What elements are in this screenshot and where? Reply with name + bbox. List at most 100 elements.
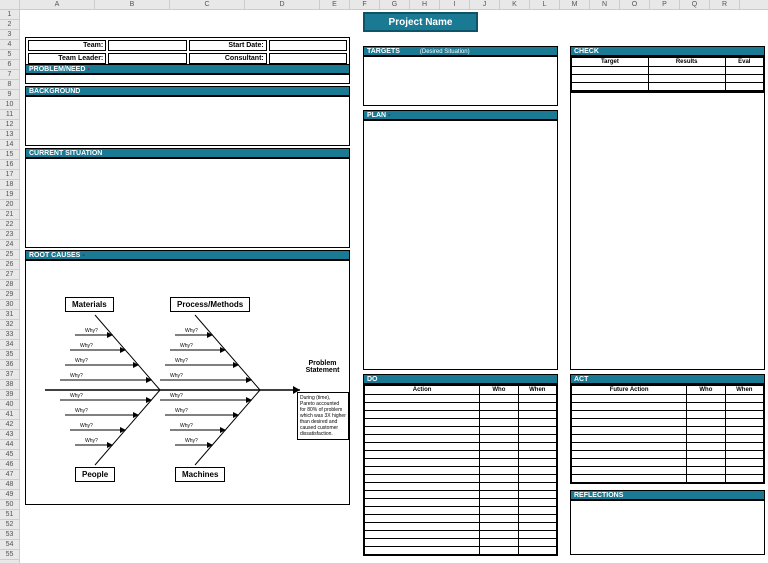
col-header[interactable]: K: [500, 0, 530, 9]
check-table[interactable]: Target Results Eval: [571, 57, 764, 91]
row-header[interactable]: 2: [0, 20, 19, 30]
do-table[interactable]: Action Who When: [364, 385, 557, 555]
row-header[interactable]: 1: [0, 10, 19, 20]
current-box[interactable]: [25, 158, 350, 248]
table-row[interactable]: [572, 83, 764, 91]
row-header[interactable]: 6: [0, 60, 19, 70]
row-header[interactable]: 28: [0, 280, 19, 290]
table-row[interactable]: [365, 499, 557, 507]
team-value[interactable]: [108, 40, 186, 51]
row-header[interactable]: 16: [0, 160, 19, 170]
problem-box[interactable]: [25, 74, 350, 84]
row-header[interactable]: 52: [0, 520, 19, 530]
table-row[interactable]: [365, 451, 557, 459]
table-row[interactable]: [365, 427, 557, 435]
col-header[interactable]: N: [590, 0, 620, 9]
table-row[interactable]: [572, 435, 764, 443]
worksheet[interactable]: Project Name Team: Start Date: Team Lead…: [20, 10, 768, 563]
col-header[interactable]: J: [470, 0, 500, 9]
table-row[interactable]: [365, 435, 557, 443]
table-row[interactable]: [365, 443, 557, 451]
sheet-corner[interactable]: [0, 0, 20, 10]
row-header[interactable]: 54: [0, 540, 19, 550]
consultant-value[interactable]: [269, 53, 347, 64]
row-header[interactable]: 49: [0, 490, 19, 500]
row-header[interactable]: 9: [0, 90, 19, 100]
row-header[interactable]: 22: [0, 220, 19, 230]
col-header[interactable]: I: [440, 0, 470, 9]
row-header[interactable]: 48: [0, 480, 19, 490]
row-header[interactable]: 41: [0, 410, 19, 420]
table-row[interactable]: [365, 491, 557, 499]
table-row[interactable]: [365, 507, 557, 515]
col-header[interactable]: H: [410, 0, 440, 9]
table-row[interactable]: [365, 395, 557, 403]
row-header[interactable]: 12: [0, 120, 19, 130]
row-header[interactable]: 36: [0, 360, 19, 370]
row-header[interactable]: 20: [0, 200, 19, 210]
table-row[interactable]: [572, 475, 764, 483]
background-box[interactable]: [25, 96, 350, 146]
row-header[interactable]: 44: [0, 440, 19, 450]
table-row[interactable]: [365, 539, 557, 547]
table-row[interactable]: [365, 475, 557, 483]
table-row[interactable]: [572, 419, 764, 427]
col-header[interactable]: Q: [680, 0, 710, 9]
row-header[interactable]: 25: [0, 250, 19, 260]
table-row[interactable]: [365, 459, 557, 467]
row-header[interactable]: 11: [0, 110, 19, 120]
row-header[interactable]: 13: [0, 130, 19, 140]
table-row[interactable]: [365, 403, 557, 411]
start-date-value[interactable]: [269, 40, 347, 51]
row-header[interactable]: 33: [0, 330, 19, 340]
row-header[interactable]: 3: [0, 30, 19, 40]
row-header[interactable]: 51: [0, 510, 19, 520]
table-row[interactable]: [572, 395, 764, 403]
col-header[interactable]: R: [710, 0, 740, 9]
col-header[interactable]: P: [650, 0, 680, 9]
col-header[interactable]: B: [95, 0, 170, 9]
leader-value[interactable]: [108, 53, 186, 64]
act-table[interactable]: Future Action Who When: [571, 385, 764, 483]
col-header[interactable]: D: [245, 0, 320, 9]
row-header[interactable]: 24: [0, 240, 19, 250]
col-header[interactable]: L: [530, 0, 560, 9]
targets-box[interactable]: [363, 56, 558, 106]
check-area[interactable]: [570, 92, 765, 370]
col-header[interactable]: E: [320, 0, 350, 9]
table-row[interactable]: [572, 427, 764, 435]
row-header[interactable]: 14: [0, 140, 19, 150]
table-row[interactable]: [365, 467, 557, 475]
row-header[interactable]: 50: [0, 500, 19, 510]
row-header[interactable]: 18: [0, 180, 19, 190]
table-row[interactable]: [365, 523, 557, 531]
table-row[interactable]: [365, 419, 557, 427]
table-row[interactable]: [572, 411, 764, 419]
row-header[interactable]: 46: [0, 460, 19, 470]
row-header[interactable]: 38: [0, 380, 19, 390]
table-row[interactable]: [572, 451, 764, 459]
col-header[interactable]: O: [620, 0, 650, 9]
row-header[interactable]: 17: [0, 170, 19, 180]
table-row[interactable]: [365, 547, 557, 555]
table-row[interactable]: [365, 483, 557, 491]
table-row[interactable]: [572, 459, 764, 467]
row-header[interactable]: 30: [0, 300, 19, 310]
table-row[interactable]: [572, 403, 764, 411]
row-header[interactable]: 45: [0, 450, 19, 460]
table-row[interactable]: [572, 67, 764, 75]
col-header[interactable]: A: [20, 0, 95, 9]
row-header[interactable]: 4: [0, 40, 19, 50]
row-header[interactable]: 35: [0, 350, 19, 360]
row-header[interactable]: 21: [0, 210, 19, 220]
col-header[interactable]: G: [380, 0, 410, 9]
row-header[interactable]: 23: [0, 230, 19, 240]
row-header[interactable]: 8: [0, 80, 19, 90]
table-row[interactable]: [572, 467, 764, 475]
row-header[interactable]: 42: [0, 420, 19, 430]
row-header[interactable]: 37: [0, 370, 19, 380]
row-header[interactable]: 32: [0, 320, 19, 330]
plan-box[interactable]: [363, 120, 558, 370]
col-header[interactable]: F: [350, 0, 380, 9]
row-header[interactable]: 5: [0, 50, 19, 60]
